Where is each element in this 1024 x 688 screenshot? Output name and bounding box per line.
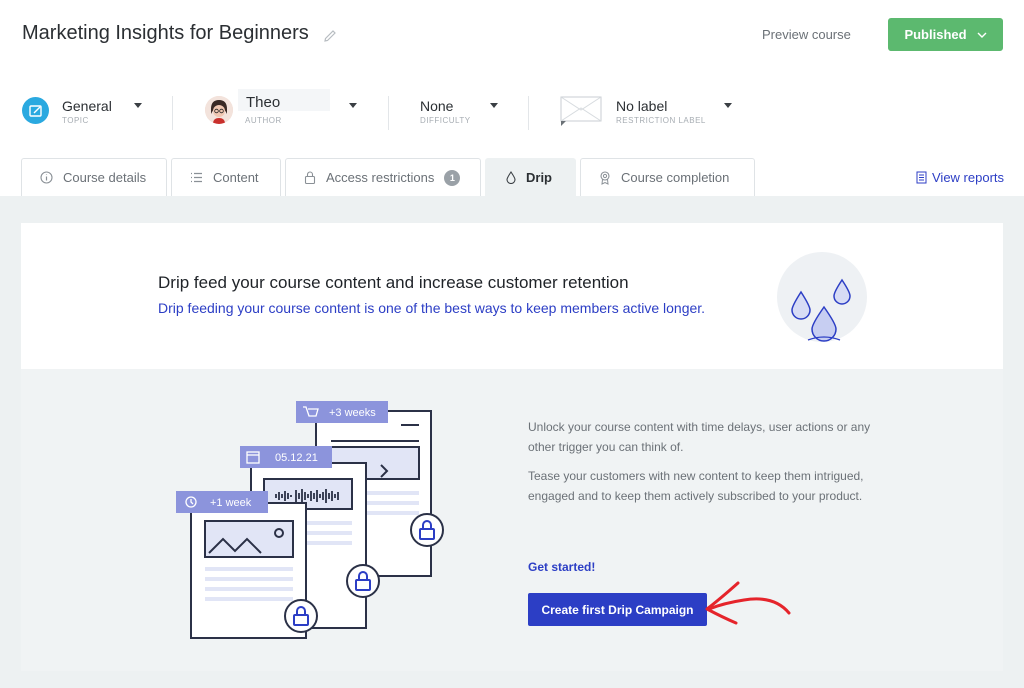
course-title: Marketing Insights for Beginners [22,22,309,44]
tab-content[interactable]: Content [171,158,281,196]
published-button[interactable]: Published [888,18,1003,51]
tab-label: Access restrictions [326,170,435,185]
topic-icon [22,97,49,124]
course-tabs: Course details Content Access restrictio… [0,158,1024,196]
author-value: Theo [246,94,281,111]
tag-date: 05.12.21 [275,452,318,464]
label-icon [560,96,602,126]
tab-label: Course completion [621,170,730,185]
caret-down-icon [134,103,142,108]
restriction-label: RESTRICTION LABEL [616,116,706,125]
topic-label: TOPIC [62,116,89,125]
divider [388,96,389,130]
drip-title: Drip feed your course content and increa… [158,273,629,292]
drip-banner: Drip feed your course content and increa… [21,223,1003,369]
lock-icon [304,171,316,184]
page-header: Marketing Insights for Beginners Preview… [0,0,1024,70]
tab-label: Content [213,170,259,185]
drip-subtitle: Drip feeding your course content is one … [158,300,706,316]
restriction-label-selector[interactable]: No label RESTRICTION LABEL [616,84,746,140]
tag-1-week: +1 week [210,497,252,509]
tab-course-completion[interactable]: Course completion [580,158,755,196]
tab-label: Drip [526,170,552,185]
tab-access-restrictions[interactable]: Access restrictions 1 [285,158,481,196]
red-arrow-annotation [705,581,791,625]
drip-empty-state: +3 weeks 05.12.21 +1 week Unlock your co… [21,369,1003,671]
difficulty-label: DIFFICULTY [420,116,471,125]
topic-value: General [62,98,112,114]
caret-down-icon [349,103,357,108]
drop-icon [506,171,516,184]
preview-course-link[interactable]: Preview course [762,27,851,42]
tab-course-details[interactable]: Course details [21,158,167,196]
drip-description-1: Unlock your course content with time del… [528,420,871,454]
drip-description-2: Tease your customers with new content to… [528,469,864,503]
list-icon [191,172,202,183]
divider [528,96,529,130]
course-meta-row: General TOPIC Theo AUTHOR None DIFFICULT… [0,84,1024,140]
caret-down-icon [724,103,732,108]
chevron-down-icon [977,32,987,38]
difficulty-selector[interactable]: None DIFFICULTY [420,84,510,140]
topic-selector[interactable]: General TOPIC [62,84,152,140]
report-icon [916,171,927,184]
tab-drip[interactable]: Drip [485,158,576,196]
drip-card: Drip feed your course content and increa… [21,223,1003,671]
caret-down-icon [490,103,498,108]
author-selector[interactable]: Theo AUTHOR [245,84,365,140]
divider [172,96,173,130]
view-reports-link[interactable]: View reports [916,170,1004,185]
avatar [205,96,233,124]
difficulty-value: None [420,98,454,114]
award-icon [600,170,610,185]
drops-illustration [777,252,867,342]
tab-label: Course details [63,170,147,185]
restriction-value: No label [616,98,668,114]
published-button-label: Published [904,27,967,42]
author-label: AUTHOR [245,116,282,125]
create-drip-campaign-button[interactable]: Create first Drip Campaign [528,593,707,626]
drip-documents-illustration: +3 weeks 05.12.21 +1 week [176,401,444,639]
info-icon [40,171,53,184]
get-started-text: Get started! [528,560,596,574]
water-drops-icon [791,278,851,342]
tag-3-weeks: +3 weeks [329,407,376,419]
restriction-count-badge: 1 [444,169,461,186]
view-reports-label: View reports [932,170,1005,185]
pencil-icon[interactable] [322,28,338,44]
